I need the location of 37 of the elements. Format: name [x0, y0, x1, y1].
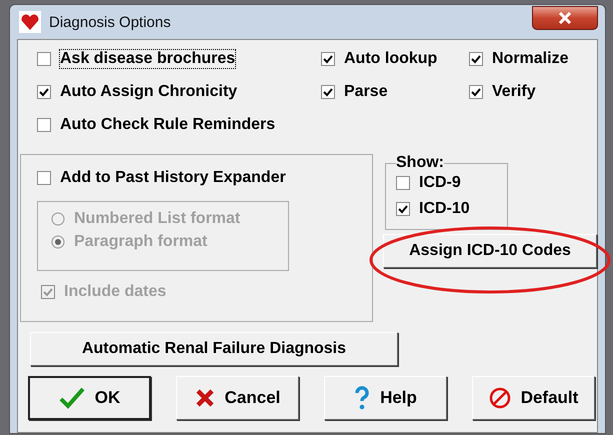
checkbox-label: Add to Past History Expander	[60, 169, 286, 187]
checkbox[interactable]	[37, 118, 51, 132]
dialog-button[interactable]: Default	[472, 376, 595, 420]
checkbox[interactable]	[37, 171, 51, 185]
checkbox-label: Normalize	[492, 50, 568, 68]
assign-codes-button[interactable]: Assign ICD-10 Codes	[383, 234, 597, 268]
radio-label: Paragraph format	[74, 233, 208, 251]
checkbox[interactable]	[469, 52, 483, 66]
checkbox[interactable]	[396, 202, 410, 216]
question-mark-icon	[354, 386, 370, 410]
checkbox[interactable]	[37, 85, 51, 99]
x-icon	[194, 388, 215, 408]
dialog-button[interactable]: Help	[324, 376, 447, 420]
close-button[interactable]	[532, 6, 598, 30]
window-title: Diagnosis Options	[49, 14, 172, 30]
checkbox-label: ICD-10	[419, 200, 470, 218]
checkbox-label: Include dates	[64, 283, 166, 301]
group-title: Show:	[396, 154, 444, 172]
checkbox[interactable]	[321, 52, 335, 66]
checkbox[interactable]	[396, 176, 410, 190]
checkbox-label: Ask disease brochures	[60, 50, 236, 68]
dialog-button[interactable]: OK	[28, 376, 151, 420]
checkbox[interactable]	[37, 52, 51, 66]
dialog-button[interactable]: Cancel	[176, 376, 299, 420]
checkbox[interactable]	[321, 85, 335, 99]
no-entry-icon	[488, 387, 511, 409]
radio-label: Numbered List format	[74, 210, 240, 228]
checkmark-icon	[58, 387, 85, 409]
checkbox-label: Parse	[344, 83, 388, 101]
checkbox-label: ICD-9	[419, 174, 461, 192]
checkbox-label: Auto Check Rule Reminders	[60, 116, 276, 134]
renal-failure-button[interactable]: Automatic Renal Failure Diagnosis	[30, 332, 398, 366]
checkbox-label: Auto lookup	[344, 50, 438, 68]
close-icon	[558, 12, 572, 24]
checkbox-label: Verify	[492, 83, 536, 101]
checkbox-label: Auto Assign Chronicity	[60, 83, 238, 101]
checkbox[interactable]	[469, 85, 483, 99]
